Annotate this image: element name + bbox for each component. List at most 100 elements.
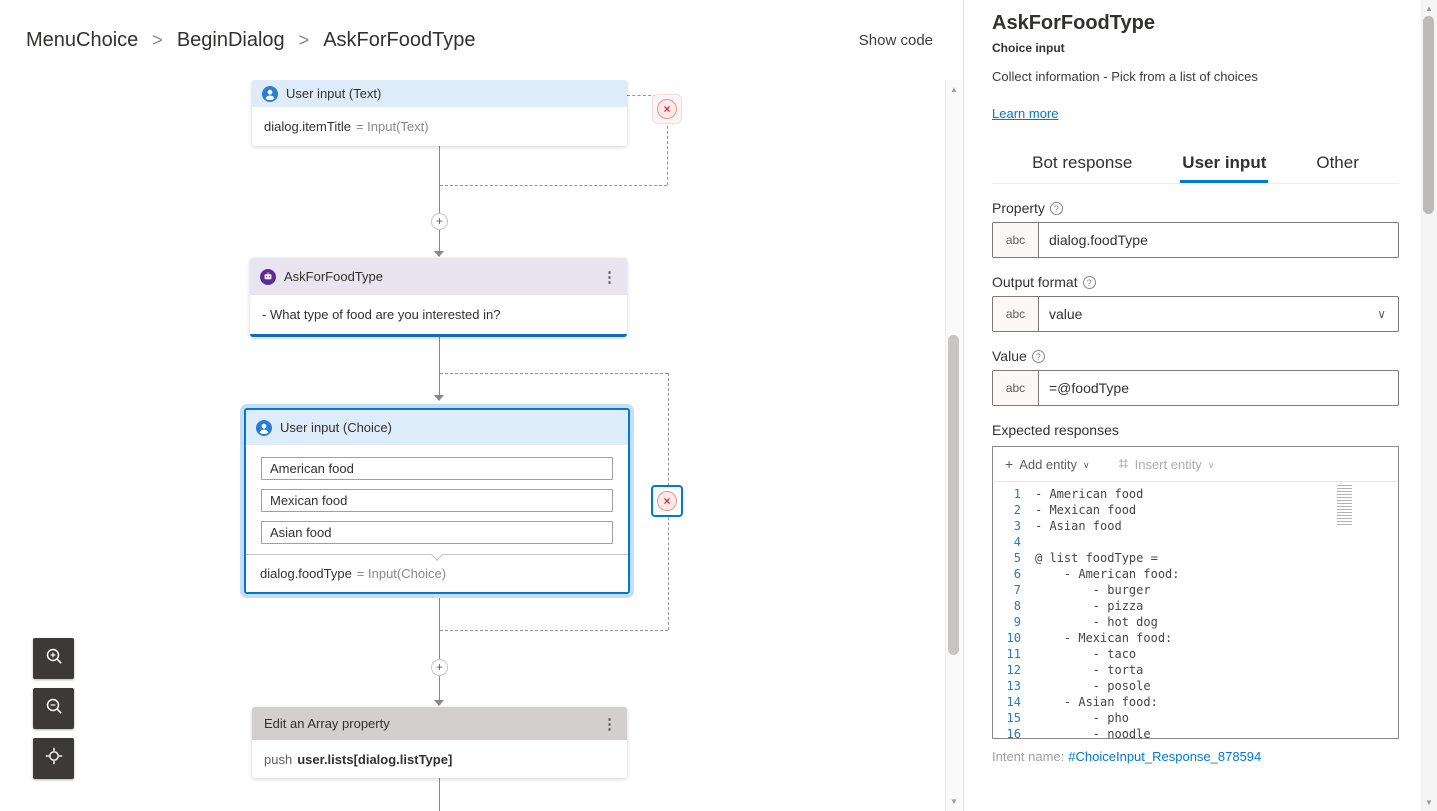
breadcrumb-item[interactable]: BeginDialog <box>177 29 285 52</box>
branch-connector-dashed <box>440 185 667 186</box>
property-input[interactable]: dialog.foodType <box>1039 223 1398 257</box>
scroll-up-icon[interactable]: ▲ <box>946 82 962 97</box>
help-icon: ? <box>1083 276 1096 289</box>
flow-node-user-input-text[interactable]: User input (Text) dialog.itemTitle = Inp… <box>252 80 627 146</box>
panel-title: AskForFoodType <box>992 12 1399 35</box>
tab-bot-response[interactable]: Bot response <box>1030 145 1134 183</box>
assignment-text: = Input(Text) <box>356 119 429 134</box>
choice-item[interactable]: Asian food <box>261 521 613 544</box>
intent-link[interactable]: #ChoiceInput_Response_878594 <box>1068 749 1261 764</box>
branch-connector-dashed <box>440 373 668 374</box>
label-text: Property <box>992 200 1045 216</box>
value-field[interactable]: abc =@foodType <box>992 370 1399 406</box>
code-line: 13 - posole <box>993 678 1398 694</box>
code-line: 12 - torta <box>993 662 1398 678</box>
code-line: 7 - burger <box>993 582 1398 598</box>
breadcrumb-item[interactable]: AskForFoodType <box>323 29 475 52</box>
canvas-scrollbar[interactable]: ▲ ▼ <box>945 80 961 811</box>
node-footer: dialog.foodType = Input(Choice) <box>246 554 628 592</box>
output-format-select[interactable]: value <box>1039 297 1398 331</box>
flow-node-askforfoodtype[interactable]: AskForFoodType ⋮ - What type of food are… <box>250 258 627 337</box>
property-field-label: Property ? <box>992 200 1399 216</box>
node-title: Edit an Array property <box>264 716 390 731</box>
prompt-text: - What type of food are you interested i… <box>250 295 627 334</box>
add-node-button[interactable]: + <box>431 659 448 676</box>
insert-entity-button[interactable]: Insert entity ∨ <box>1118 457 1215 472</box>
scrollbar-thumb[interactable] <box>1423 16 1434 214</box>
chevron-down-icon[interactable]: ∨ <box>1377 307 1386 321</box>
more-options-icon[interactable]: ⋮ <box>602 715 617 733</box>
user-input-form: Property ? abc dialog.foodType Output fo… <box>992 200 1399 764</box>
choice-item[interactable]: American food <box>261 457 613 480</box>
zoom-in-button[interactable] <box>33 638 74 679</box>
tab-user-input[interactable]: User input <box>1180 145 1268 183</box>
properties-panel: AskForFoodType Choice input Collect info… <box>963 0 1421 811</box>
code-line: 11 - taco <box>993 646 1398 662</box>
add-node-button[interactable]: + <box>431 213 448 230</box>
scroll-up-icon[interactable]: ▲ <box>1421 1 1437 16</box>
field-type-badge: abc <box>993 297 1039 331</box>
learn-more-link[interactable]: Learn more <box>992 106 1058 121</box>
panel-description: Collect information - Pick from a list o… <box>992 69 1399 84</box>
panel-scrollbar[interactable]: ▲ ▼ <box>1421 0 1437 811</box>
close-circle-icon[interactable]: × <box>657 99 677 119</box>
connector-line <box>439 598 440 700</box>
code-line: 10 - Mexican food: <box>993 630 1398 646</box>
more-options-icon[interactable]: ⋮ <box>602 268 617 286</box>
output-format-field[interactable]: abc value ∨ <box>992 296 1399 332</box>
tab-other[interactable]: Other <box>1314 145 1361 183</box>
insert-entity-label: Insert entity <box>1135 457 1202 472</box>
scroll-down-icon[interactable]: ▼ <box>1421 795 1437 810</box>
add-icon: + <box>1005 456 1013 472</box>
bot-prompt-icon <box>260 269 276 285</box>
property-field[interactable]: abc dialog.foodType <box>992 222 1399 258</box>
value-text: user.lists[dialog.listType] <box>297 752 452 767</box>
lu-code-lines[interactable]: 1- American food2- Mexican food3- Asian … <box>993 482 1398 738</box>
prompt-text-value: - What type of food are you interested i… <box>262 307 500 322</box>
assignment-text: = Input(Choice) <box>357 566 446 581</box>
node-title: AskForFoodType <box>284 269 383 284</box>
node-header: AskForFoodType ⋮ <box>250 258 627 295</box>
flow-node-edit-array[interactable]: Edit an Array property ⋮ push user.lists… <box>252 707 627 778</box>
chevron-down-icon: ∨ <box>1083 460 1090 471</box>
intent-name-row: Intent name: #ChoiceInput_Response_878594 <box>992 749 1399 764</box>
add-entity-button[interactable]: + Add entity ∨ <box>1005 456 1090 472</box>
delete-branch-marker-selected[interactable]: × <box>651 485 683 517</box>
node-body: dialog.itemTitle = Input(Text) <box>252 107 627 146</box>
choice-list: American food Mexican food Asian food <box>246 445 628 554</box>
arrowhead-icon <box>434 251 444 257</box>
intent-name-label: Intent name: <box>992 749 1064 764</box>
minimap <box>1337 485 1352 527</box>
lu-editor-toolbar: + Add entity ∨ Insert entity ∨ <box>993 447 1398 482</box>
delete-branch-marker[interactable]: × <box>652 94 682 124</box>
label-text: Output format <box>992 274 1078 290</box>
help-icon: ? <box>1032 350 1045 363</box>
user-icon <box>262 86 278 102</box>
chevron-down-icon: ∨ <box>1208 460 1215 471</box>
scrollbar-thumb[interactable] <box>948 335 959 655</box>
branch-connector-dashed <box>440 630 668 631</box>
code-line: 5@ list foodType = <box>993 550 1398 566</box>
help-icon: ? <box>1050 202 1063 215</box>
breadcrumb-item[interactable]: MenuChoice <box>26 29 138 52</box>
scroll-down-icon[interactable]: ▼ <box>946 794 962 809</box>
value-input[interactable]: =@foodType <box>1039 371 1398 405</box>
show-code-button[interactable]: Show code <box>859 32 933 49</box>
value-field-label: Value ? <box>992 348 1399 364</box>
flow-editor-pane: + + MenuChoice>BeginDialog>AskForFoodTyp… <box>0 0 963 811</box>
node-body: push user.lists[dialog.listType] <box>252 740 627 778</box>
close-circle-icon[interactable]: × <box>657 491 677 511</box>
app: + + MenuChoice>BeginDialog>AskForFoodTyp… <box>0 0 1437 811</box>
node-header: Edit an Array property ⋮ <box>252 707 627 740</box>
node-header: User input (Choice) <box>246 410 628 445</box>
insert-entity-icon <box>1118 457 1129 472</box>
zoom-out-button[interactable] <box>33 688 74 729</box>
center-view-button[interactable] <box>33 738 74 779</box>
lu-editor: + Add entity ∨ Insert entity ∨ <box>992 446 1399 739</box>
connector-line <box>439 337 440 395</box>
choice-item[interactable]: Mexican food <box>261 489 613 512</box>
code-line: 15 - pho <box>993 710 1398 726</box>
code-line: 4 <box>993 534 1398 550</box>
connector-line <box>439 778 440 811</box>
flow-node-user-input-choice[interactable]: User input (Choice) American food Mexican… <box>244 408 630 594</box>
